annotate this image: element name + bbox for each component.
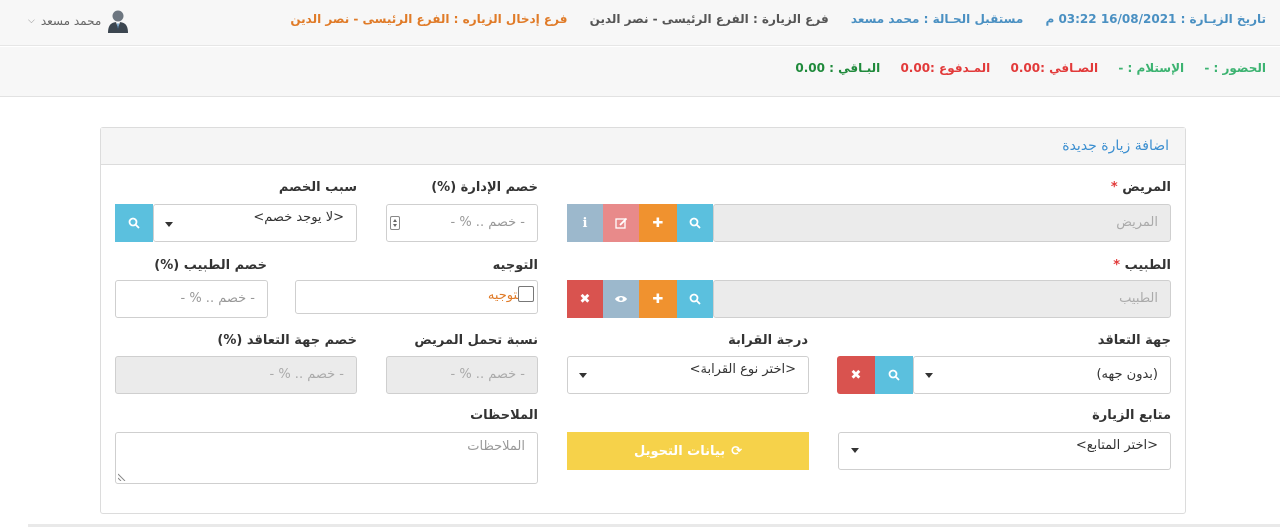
contract-select[interactable]: (بدون جهه) (913, 356, 1171, 394)
transfer-button-label: بيانات التحويل (634, 443, 726, 459)
admin-discount-label: خصم الإدارة (%) (431, 180, 538, 195)
contract-discount-label: خصم جهة التعاقد (%) (217, 333, 357, 348)
search-icon (689, 217, 701, 229)
receiver: مستقبل الحـالة : محمد مسعد (850, 12, 1024, 26)
doctor-view-button[interactable] (603, 280, 639, 318)
patient-share-input[interactable]: - خصم .. % - (386, 356, 538, 394)
stat-paid: المـدفوع :0.00 (900, 61, 991, 75)
doctor-label: الطبيب * (1113, 258, 1171, 273)
contract-clear-button[interactable]: ✖ (837, 356, 875, 394)
discount-reason-label: سبب الخصم (278, 180, 357, 195)
notes-textarea[interactable]: الملاحظات (115, 432, 538, 484)
patient-share-label: نسبة تحمل المريض (414, 333, 538, 348)
user-menu[interactable]: ⌵ محمد مسعد (28, 9, 129, 33)
patient-input[interactable]: المريض (713, 204, 1171, 242)
discount-reason-search-button[interactable] (115, 204, 153, 242)
doctor-discount-label: خصم الطبيب (%) (154, 258, 267, 273)
transfer-data-button[interactable]: بيانات التحويل ⟳ (567, 432, 809, 470)
stat-remaining: البـاقي : 0.00 (795, 61, 881, 75)
top-info-bar: تاريخ الزيـارة : 16/08/2021 03:22 م مستق… (0, 0, 1280, 46)
doctor-input[interactable]: الطبيب (713, 280, 1171, 318)
entry-branch: فرع إدخال الزياره : الفرع الرئيسى - نصر … (290, 12, 568, 26)
relation-select[interactable]: <اختر نوع القرابة> (567, 356, 809, 394)
eye-icon (615, 296, 627, 302)
visit-info: تاريخ الزيـارة : 16/08/2021 03:22 م مستق… (272, 12, 1266, 26)
panel-title: اضافة زيارة جديدة (1062, 138, 1169, 154)
chevron-down-icon (925, 373, 933, 378)
discount-reason-select[interactable]: <لا يوجد خصم> (153, 204, 357, 242)
contract-label: جهة التعاقد (1097, 333, 1171, 348)
referral-checkbox[interactable] (518, 286, 534, 302)
search-icon (888, 369, 900, 381)
admin-discount-input[interactable]: - خصم .. % - (386, 204, 538, 242)
chevron-down-icon (851, 448, 859, 453)
patient-label: المريض * (1110, 180, 1171, 195)
resize-handle-icon[interactable] (118, 473, 126, 481)
close-icon: ✖ (850, 367, 862, 383)
relation-label: درجة القرابة (728, 333, 808, 348)
patient-add-button[interactable]: ✚ (639, 204, 677, 242)
chevron-down-icon (165, 222, 173, 227)
patient-search-button[interactable] (677, 204, 713, 242)
chevron-down-icon: ⌵ (28, 16, 35, 26)
new-visit-panel: اضافة زيارة جديدة المريض * خصم الإدارة (… (100, 127, 1186, 514)
info-icon: i (582, 215, 588, 231)
followup-select[interactable]: <اختر المتابع> (838, 432, 1171, 470)
search-icon (128, 217, 140, 229)
visit-date: تاريخ الزيـارة : 16/08/2021 03:22 م (1045, 12, 1266, 26)
plus-icon: ✚ (652, 291, 664, 307)
patient-info-button[interactable]: i (567, 204, 603, 242)
notes-label: الملاحظات (470, 408, 538, 423)
contract-search-button[interactable] (875, 356, 913, 394)
stat-receipt: الإستلام : - (1118, 61, 1185, 75)
close-icon: ✖ (579, 291, 591, 307)
user-name: محمد مسعد (40, 14, 102, 28)
visit-branch: فرع الزيارة : الفرع الرئيسى - نصر الدين (589, 12, 829, 26)
stat-attendance: الحضور : - (1204, 61, 1266, 75)
doctor-add-button[interactable]: ✚ (639, 280, 677, 318)
plus-icon: ✚ (652, 215, 664, 231)
patient-edit-button[interactable] (603, 204, 639, 242)
doctor-clear-button[interactable]: ✖ (567, 280, 603, 318)
refresh-icon: ⟳ (731, 443, 742, 459)
panel-header: اضافة زيارة جديدة (101, 128, 1185, 165)
edit-icon (614, 217, 627, 229)
followup-label: متابع الزيارة (1092, 408, 1171, 423)
referral-field[interactable]: التوجيه (295, 280, 538, 314)
stat-net: الصـافي :0.00 (1010, 61, 1099, 75)
doctor-discount-input[interactable]: - خصم .. % - (115, 280, 268, 318)
contract-discount-input[interactable]: - خصم .. % - (115, 356, 357, 394)
doctor-search-button[interactable] (677, 280, 713, 318)
search-icon (689, 293, 701, 305)
spinner-icon[interactable] (390, 216, 400, 230)
referral-label: التوجيه (492, 258, 538, 273)
chevron-down-icon (579, 373, 587, 378)
avatar (107, 9, 129, 33)
visit-stats: الحضور : - الإستلام : - الصـافي :0.00 ال… (779, 61, 1266, 75)
stats-bar: الحضور : - الإستلام : - الصـافي :0.00 ال… (0, 47, 1280, 97)
